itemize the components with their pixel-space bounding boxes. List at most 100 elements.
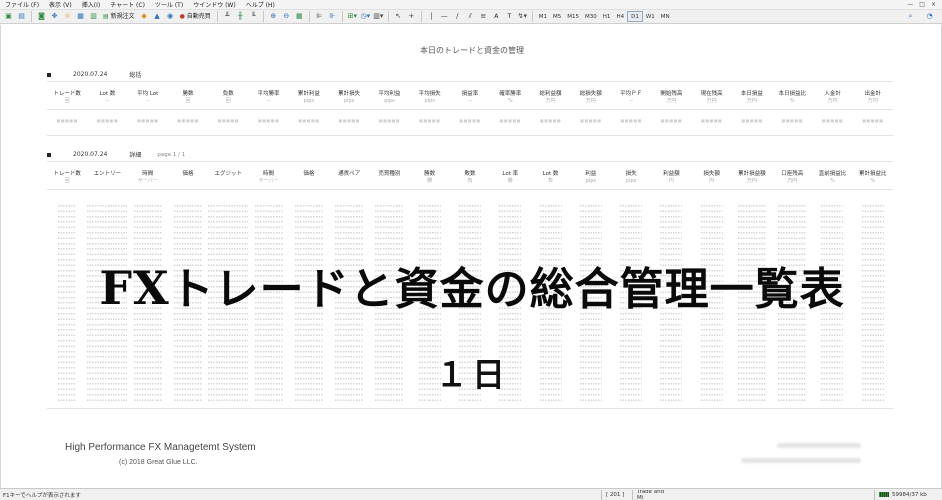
bar-chart-icon[interactable]: ╨: [222, 11, 233, 22]
column-label: 勝数: [182, 91, 194, 97]
signals-icon[interactable]: ◉: [165, 11, 176, 22]
text-tool-button[interactable]: A: [491, 11, 502, 22]
cursor-icon[interactable]: ↖: [393, 11, 404, 22]
timeframe-d1[interactable]: D1: [627, 11, 643, 22]
summary-column-header: 入金計 万円: [812, 90, 852, 105]
auto-trade-button[interactable]: ● 自動売買: [178, 11, 213, 22]
save-icon[interactable]: ▤: [16, 11, 27, 22]
detail-top-rule: [47, 161, 893, 162]
terminal-icon[interactable]: ▦: [75, 11, 86, 22]
menu-view[interactable]: 表示 (V): [44, 0, 77, 9]
search-icon[interactable]: ⌕: [905, 11, 916, 22]
detail-column-header: 損失 pips: [611, 170, 651, 185]
column-label: トレード数: [53, 91, 81, 97]
new-order-button[interactable]: ▤ 新規注文: [101, 11, 137, 22]
menu-window[interactable]: ウインドウ (W): [188, 0, 241, 9]
column-label: 売買種別: [378, 171, 401, 177]
summary-column-header: 本日損益比%: [772, 90, 812, 105]
channel-icon[interactable]: ⫽: [465, 11, 476, 22]
autoscroll-icon[interactable]: ⊫: [314, 11, 325, 22]
column-label: 累計損益比: [859, 171, 887, 177]
column-unit: 負: [467, 178, 473, 184]
summary-column-header: 総損失額 万円: [571, 90, 611, 105]
horizontal-line-icon[interactable]: —: [439, 11, 450, 22]
timeframe-m30[interactable]: M30: [582, 11, 600, 22]
chart-window[interactable]: 本日のトレードと資金の管理 2020.07.24 総括 トレード数回 Lot 数-…: [0, 25, 942, 488]
menu-bar: ファイル (F) 表示 (V) 挿入(I) チャート (C) ツール (T) ウ…: [0, 0, 942, 10]
column-unit: 万円: [827, 98, 838, 104]
menu-file[interactable]: ファイル (F): [0, 0, 44, 9]
zoom-in-icon[interactable]: ⊕: [268, 11, 279, 22]
column-unit: 万円: [746, 178, 757, 184]
indicators-icon[interactable]: ⊞▾: [347, 11, 358, 22]
fibonacci-icon[interactable]: ≡: [478, 11, 489, 22]
column-unit: 万円: [787, 178, 798, 184]
column-label: 通貨ペア: [338, 171, 361, 177]
banner-title-rest: トレードと資金の総合管理一覧表: [169, 264, 845, 315]
arrows-icon[interactable]: ↯▾: [517, 11, 528, 22]
crosshair-icon[interactable]: +: [406, 11, 417, 22]
detail-column-header: 売買種別: [369, 170, 409, 185]
column-unit: pips: [585, 178, 596, 184]
column-label: 平均損失: [418, 91, 441, 97]
timeframe-m1[interactable]: M1: [536, 11, 550, 22]
column-label: 負数: [222, 91, 234, 97]
column-unit: 回: [64, 98, 70, 104]
tile-windows-icon[interactable]: ▦: [294, 11, 305, 22]
meta-editor-icon[interactable]: ◆: [139, 11, 150, 22]
timeframe-m5[interactable]: M5: [550, 11, 564, 22]
navigator-icon[interactable]: ☼: [62, 11, 73, 22]
column-label: 累計損益額: [738, 171, 766, 177]
column-unit: 円: [668, 178, 674, 184]
toolbar-separator: [262, 11, 264, 22]
templates-icon[interactable]: ▥▾: [373, 11, 384, 22]
column-unit: --: [468, 98, 472, 104]
text-label-tool-button[interactable]: T: [504, 11, 515, 22]
column-unit: 万円: [666, 98, 677, 104]
detail-column-header: Lot 率勝: [490, 170, 530, 185]
column-label: 勝数: [424, 171, 436, 177]
column-unit: 万円: [585, 98, 596, 104]
toolbar-separator: [341, 11, 343, 22]
community-icon[interactable]: ◔: [924, 11, 935, 22]
empty-cell-placeholder: ■■■■■: [96, 118, 119, 123]
column-label: 平均利益: [378, 91, 401, 97]
menu-insert[interactable]: 挿入(I): [77, 0, 105, 9]
toolbar-separator: [531, 11, 533, 22]
auto-trade-label: 自動売買: [186, 12, 211, 20]
menu-tools[interactable]: ツール (T): [150, 0, 188, 9]
restore-button[interactable]: □: [919, 1, 925, 8]
account-icon[interactable]: ▲: [152, 11, 163, 22]
candle-chart-icon[interactable]: ╫: [235, 11, 246, 22]
timeframe-h4[interactable]: H4: [613, 11, 627, 22]
summary-column-header: 現在残高 万円: [692, 90, 732, 105]
toolbar-separator: [31, 11, 32, 22]
detail-bottom-rule: [47, 408, 893, 409]
close-button[interactable]: ×: [931, 1, 936, 8]
page-indicator: page 1 / 1: [157, 151, 186, 158]
timeframe-m15[interactable]: M15: [564, 11, 582, 22]
summary-column-header: Lot 数 --: [87, 90, 127, 105]
column-label: 損失: [625, 171, 637, 177]
market-watch-icon[interactable]: ◙: [36, 11, 47, 22]
strategy-tester-icon[interactable]: ▥: [88, 11, 99, 22]
empty-cell-placeholder: ■■■■■: [580, 118, 602, 123]
line-chart-icon[interactable]: ╙: [248, 11, 259, 22]
timeframe-w1[interactable]: W1: [643, 11, 658, 22]
data-window-icon[interactable]: ✥: [49, 11, 60, 22]
periods-icon[interactable]: ◷▾: [360, 11, 371, 22]
zoom-out-icon[interactable]: ⊖: [281, 11, 292, 22]
timeframe-mn[interactable]: MN: [658, 11, 673, 22]
trendline-icon[interactable]: /: [452, 11, 463, 22]
new-chart-icon[interactable]: ▣: [3, 11, 14, 22]
column-label: 入金計: [824, 91, 841, 97]
status-segment-count: [ 201 ]: [601, 489, 628, 500]
menu-chart[interactable]: チャート (C): [105, 0, 150, 9]
timeframe-h1[interactable]: H1: [600, 11, 614, 22]
chart-shift-icon[interactable]: ⊪: [327, 11, 338, 22]
empty-cell-placeholder: ■■■■■: [56, 118, 78, 123]
new-order-label: 新規注文: [110, 12, 135, 20]
minimize-button[interactable]: —: [907, 1, 913, 8]
vertical-line-icon[interactable]: |: [426, 11, 437, 22]
menu-help[interactable]: ヘルプ (H): [241, 0, 280, 9]
